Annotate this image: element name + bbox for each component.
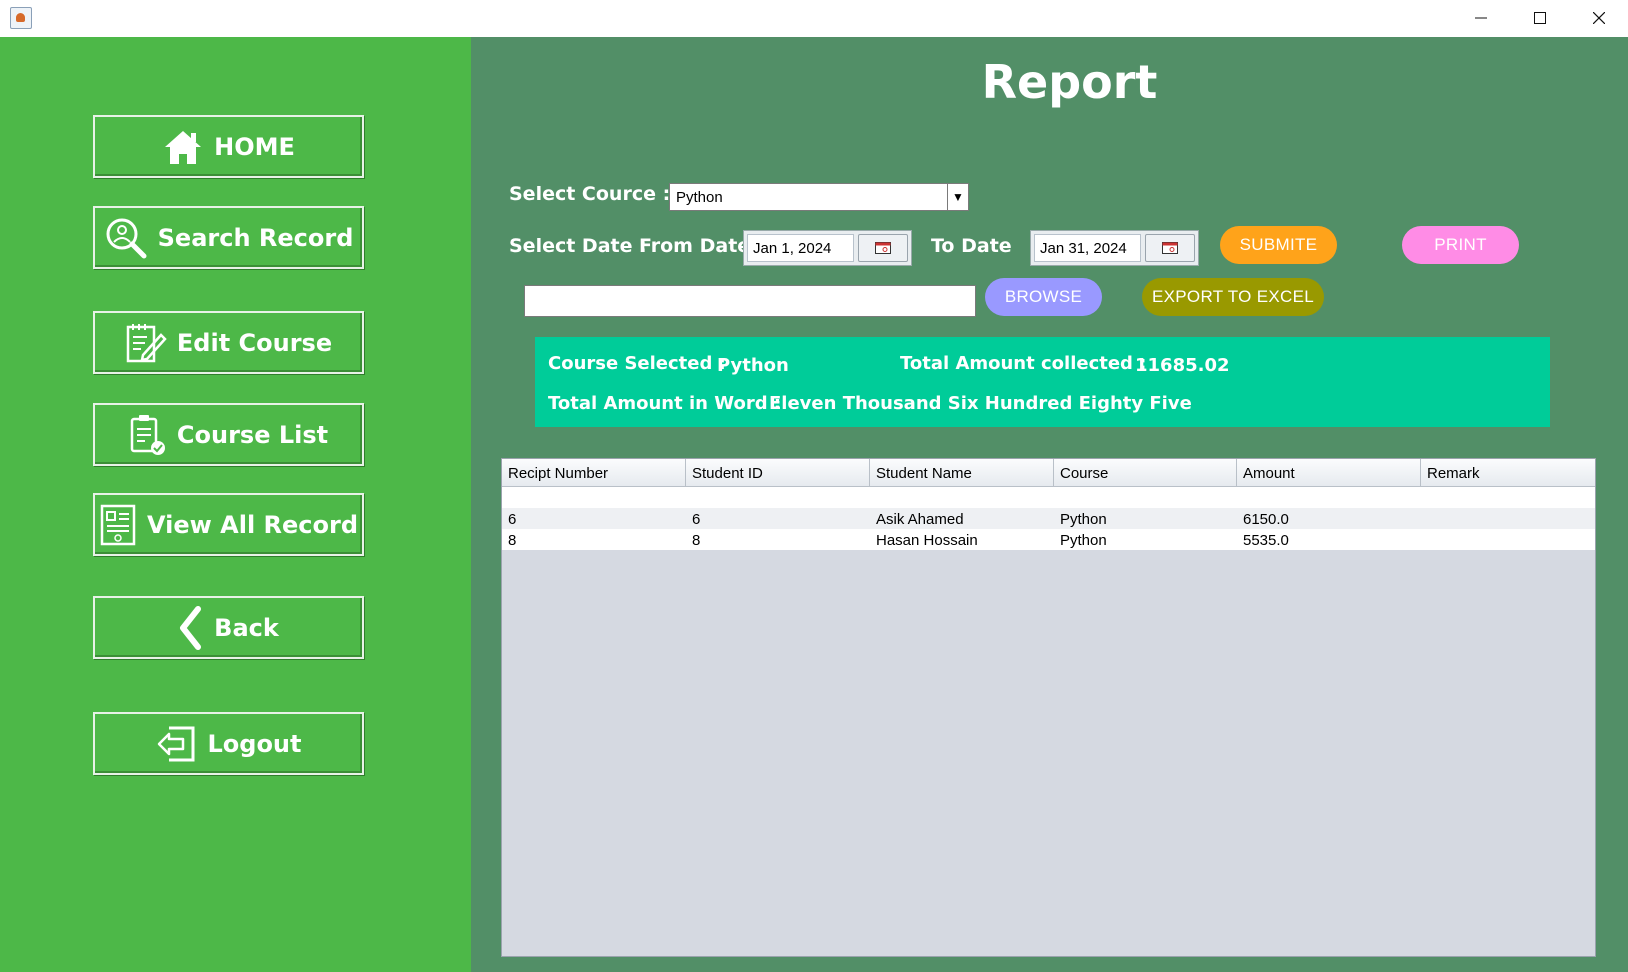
amount-in-word-value: Eleven Thousand Six Hundred Eighty Five [769, 393, 1192, 414]
sidebar-item-label: Edit Course [176, 328, 333, 357]
table-header: Recipt Number Student ID Student Name Co… [502, 459, 1595, 487]
search-person-icon [106, 218, 147, 258]
edit-document-icon [126, 323, 167, 362]
from-date-field[interactable]: Jan 1, 2024 [747, 234, 854, 262]
column-header[interactable]: Student ID [686, 459, 870, 486]
table-cell: Python [1060, 532, 1107, 549]
calendar-icon[interactable] [1145, 234, 1195, 262]
column-header[interactable]: Course [1054, 459, 1237, 486]
column-header[interactable]: Student Name [870, 459, 1054, 486]
sidebar-item-home[interactable]: HOME [93, 115, 364, 178]
logout-icon [158, 726, 195, 761]
close-icon[interactable] [1570, 0, 1628, 36]
browse-button[interactable]: BROWSE [985, 278, 1102, 316]
export-to-excel-button[interactable]: EXPORT TO EXCEL [1142, 278, 1324, 316]
table-cell: 6 [508, 511, 517, 528]
table-cell: 5535.0 [1243, 532, 1289, 549]
sidebar-item-search-record[interactable]: Search Record [93, 206, 364, 269]
table-cell: 6 [692, 511, 701, 528]
table-cell: Python [1060, 511, 1107, 528]
table-row[interactable]: 8 8 Hasan Hossain Python 5535.0 [502, 529, 1595, 550]
sidebar-item-logout[interactable]: Logout [93, 712, 364, 775]
minimize-icon[interactable] [1452, 0, 1510, 36]
submit-button[interactable]: SUBMITE [1220, 226, 1337, 264]
java-app-icon [10, 7, 32, 29]
file-path-input[interactable] [524, 285, 976, 317]
to-date-label: To Date [931, 235, 1012, 257]
course-select[interactable]: Python ▼ [669, 183, 969, 211]
to-date-field[interactable]: Jan 31, 2024 [1034, 234, 1141, 262]
records-table[interactable]: Recipt Number Student ID Student Name Co… [501, 458, 1596, 957]
table-cell: 8 [692, 532, 701, 549]
sidebar: HOME Search Record Edit Course Course Li… [0, 37, 471, 972]
window-titlebar [0, 0, 1628, 38]
table-row[interactable]: 6 6 Asik Ahamed Python 6150.0 [502, 508, 1595, 529]
column-header[interactable]: Amount [1237, 459, 1421, 486]
select-date-label: Select Date : [509, 235, 647, 257]
table-cell: Hasan Hossain [876, 532, 978, 549]
sidebar-item-label: Logout [207, 729, 302, 758]
amount-in-word-label: Total Amount in Word : [548, 393, 782, 414]
table-row[interactable] [502, 487, 1595, 508]
to-date-picker: Jan 31, 2024 [1030, 230, 1199, 266]
select-course-label: Select Cource : [509, 183, 671, 205]
chevron-down-icon[interactable]: ▼ [947, 184, 968, 210]
print-button[interactable]: PRINT [1402, 226, 1519, 264]
table-cell: 6150.0 [1243, 511, 1289, 528]
sidebar-item-label: HOME [214, 132, 295, 161]
clipboard-check-icon [130, 414, 165, 455]
course-select-value: Python [676, 189, 723, 206]
sidebar-item-edit-course[interactable]: Edit Course [93, 311, 364, 374]
page-title: Report [981, 55, 1158, 109]
sidebar-item-label: Course List [176, 420, 329, 449]
table-cell: 8 [508, 532, 517, 549]
total-amount-value: 11685.02 [1135, 355, 1230, 376]
course-selected-label: Course Selected : [548, 353, 726, 374]
sidebar-item-label: View All Record [146, 510, 359, 539]
column-header[interactable]: Recipt Number [502, 459, 686, 486]
calendar-icon[interactable] [858, 234, 908, 262]
maximize-icon[interactable] [1511, 0, 1569, 36]
sidebar-item-label: Back [214, 613, 279, 642]
record-list-icon [100, 504, 136, 545]
from-date-label: From Date [639, 235, 751, 257]
total-amount-label: Total Amount collected : [900, 353, 1147, 374]
home-icon [165, 130, 202, 164]
chevron-left-icon [180, 605, 202, 650]
sidebar-item-view-all-record[interactable]: View All Record [93, 493, 364, 556]
from-date-picker: Jan 1, 2024 [743, 230, 912, 266]
sidebar-item-back[interactable]: Back [93, 596, 364, 659]
sidebar-item-course-list[interactable]: Course List [93, 403, 364, 466]
summary-panel: Course Selected : Python Total Amount co… [535, 337, 1550, 427]
column-header[interactable]: Remark [1421, 459, 1595, 486]
course-selected-value: Python [717, 355, 789, 376]
report-panel: Report Select Cource : Python ▼ Select D… [471, 37, 1628, 972]
sidebar-item-label: Search Record [157, 223, 354, 252]
table-cell: Asik Ahamed [876, 511, 964, 528]
